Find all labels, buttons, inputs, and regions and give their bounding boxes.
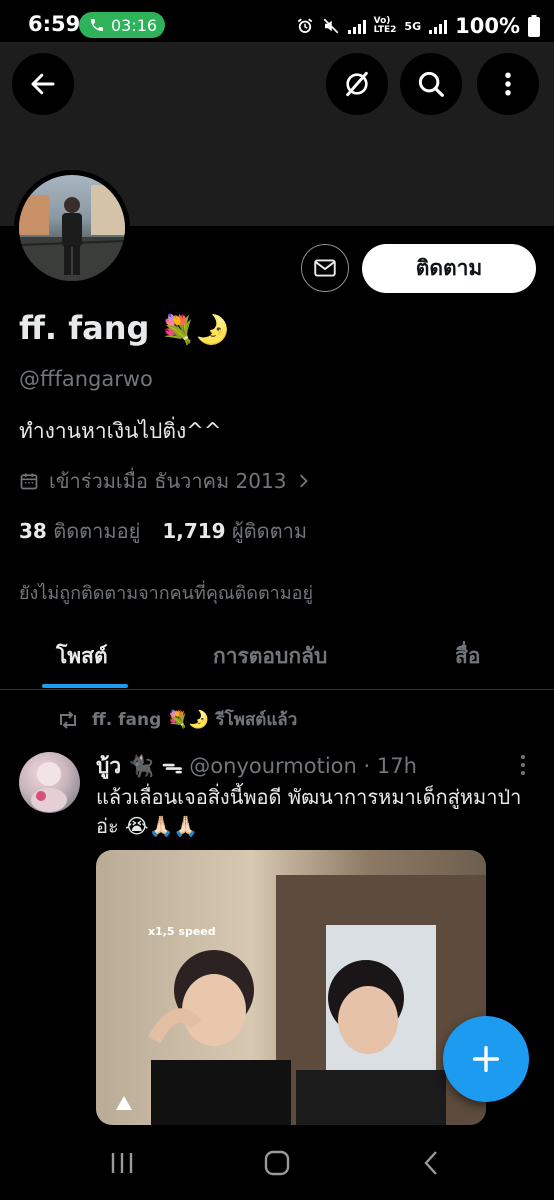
search-button[interactable] [400,53,462,115]
joined-date-row[interactable]: เข้าร่วมเมื่อ ธันวาคม 2013 [19,465,312,497]
repost-indicator[interactable]: ff. fang 💐🌛 รีโพสต์แล้ว [56,706,297,733]
followers-label: ผู้ติดตาม [231,519,308,543]
profile-tabs: โพสต์ การตอบกลับ สื่อ [0,620,554,690]
post-time[interactable]: · 17h [364,754,417,778]
avatar-photo [19,175,125,281]
recent-apps-button[interactable] [92,1145,152,1181]
back-nav-button[interactable] [402,1145,462,1181]
follow-stats: 38 ติดตามอยู่ 1,719 ผู้ติดตาม [19,515,307,547]
signal-icon [347,18,366,34]
repost-icon [60,710,76,729]
avatar-illustration [19,185,125,281]
following-count: 38 [19,519,47,543]
post-text: แล้วเลื่อนเจอสิ่งนี้พอดี พัฒนาการหมาเด็ก… [96,785,522,838]
post-header: บู้ว 🐈‍⬛ ᯓ @onyourmotion · 17h [96,750,417,783]
profile-handle: @fffangarwo [19,367,153,391]
post-more-button[interactable] [518,754,528,780]
home-icon [264,1150,290,1176]
tab-replies[interactable]: การตอบกลับ [213,640,327,673]
alarm-icon [297,18,312,33]
calendar-icon [20,473,38,490]
post-avatar-illustration [31,762,67,812]
media-image [116,875,486,1125]
arrow-left-icon [31,73,55,95]
network-type-label: Vo) LTE2 [373,16,397,35]
name-emojis: 💐🌛 [160,313,231,346]
eye-slash-icon [346,71,368,97]
signal-2-icon [429,18,448,34]
display-name: ff. fang 💐🌛 [19,309,230,347]
followers-stat[interactable]: 1,719 ผู้ติดตาม [162,515,307,547]
status-time: 6:59 [28,12,81,36]
status-icons: Vo) LTE2 5G 100% [296,12,540,40]
followers-count: 1,719 [162,519,226,543]
battery-icon [528,15,540,37]
hide-button[interactable] [326,53,388,115]
home-button[interactable] [247,1145,307,1181]
system-nav-bar [0,1125,554,1200]
envelope-icon [314,259,336,277]
profile-avatar[interactable] [14,170,130,286]
profile-bio: ทำงานหาเงินไปติ่ง^^ [19,419,222,443]
compose-button[interactable] [443,1016,529,1102]
post-media[interactable]: x1,5 speed [96,850,486,1125]
chevron-left-icon [424,1151,437,1175]
joined-date: เข้าร่วมเมื่อ ธันวาคม 2013 [49,469,287,493]
following-label: ติดตามอยู่ [53,519,141,543]
chevron-right-icon [300,474,309,488]
battery-percent: 100% [455,14,520,38]
more-button[interactable] [477,53,539,115]
post-author-name[interactable]: บู้ว 🐈‍⬛ ᯓ [96,754,183,778]
5g-label: 5G [404,19,422,33]
message-button[interactable] [301,244,349,292]
vertical-dots-icon [505,72,511,96]
search-icon [418,71,444,97]
recent-apps-icon [111,1153,133,1173]
tab-media[interactable]: สื่อ [455,640,480,673]
active-tab-indicator [42,684,128,688]
follow-button[interactable]: ติดตาม [362,244,536,293]
vertical-dots-icon [521,755,525,775]
post-author-avatar[interactable] [19,752,80,813]
plus-icon [472,1045,500,1073]
back-button[interactable] [12,53,74,115]
display-name-text: ff. fang [19,309,150,347]
call-indicator[interactable]: 03:16 [79,12,165,38]
call-timer: 03:16 [111,15,158,35]
phone-icon [91,19,103,31]
not-followed-note: ยังไม่ถูกติดตามจากคนที่คุณติดตามอยู่ [19,583,313,604]
mute-icon [323,18,338,34]
following-stat[interactable]: 38 ติดตามอยู่ [19,515,140,547]
media-caption: x1,5 speed [148,925,216,938]
repost-label: ff. fang 💐🌛 รีโพสต์แล้ว [92,710,298,730]
post-author-handle[interactable]: @onyourmotion [189,754,357,778]
tab-posts[interactable]: โพสต์ [56,640,108,673]
